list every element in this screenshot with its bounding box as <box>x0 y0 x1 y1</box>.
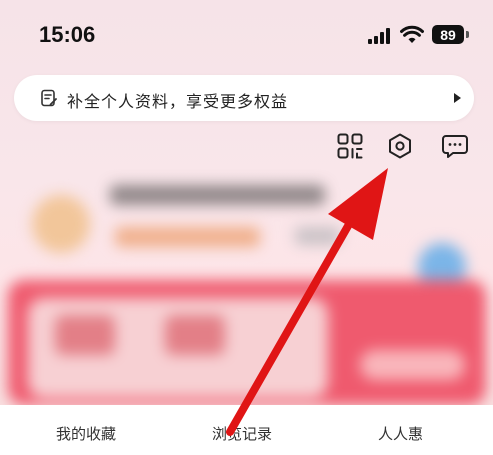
battery-level: 89 <box>432 25 464 44</box>
blurred-coupon-1 <box>55 315 115 355</box>
avatar <box>32 195 90 253</box>
cellular-signal-icon <box>368 28 390 44</box>
status-bar: 15:06 89 <box>0 0 493 66</box>
settings-icon[interactable] <box>386 132 414 160</box>
blurred-badge <box>295 227 340 245</box>
blurred-profile-area <box>0 165 493 405</box>
blurred-username <box>110 185 325 205</box>
blurred-member-tag <box>115 227 260 247</box>
blurred-promo-button <box>360 350 465 380</box>
wifi-icon <box>400 25 424 43</box>
screen: 15:06 89 补全个人资料，享受更多权益 我的收藏 浏览记录 人人惠 <box>0 0 493 455</box>
chevron-right-icon <box>454 93 461 103</box>
tab-history[interactable]: 浏览记录 <box>212 423 272 444</box>
banner-text: 补全个人资料，享受更多权益 <box>67 92 289 111</box>
scan-icon[interactable] <box>336 132 364 160</box>
shortcut-tabs: 我的收藏 浏览记录 人人惠 <box>0 405 493 455</box>
blurred-coupon-2 <box>165 315 225 355</box>
tab-favorites[interactable]: 我的收藏 <box>56 423 116 444</box>
battery-tip <box>466 31 469 38</box>
profile-doc-icon <box>41 89 57 107</box>
tab-renrenhui[interactable]: 人人惠 <box>378 423 423 444</box>
status-time: 15:06 <box>39 22 96 47</box>
message-icon[interactable] <box>441 132 469 160</box>
complete-profile-banner[interactable]: 补全个人资料，享受更多权益 <box>14 75 474 121</box>
